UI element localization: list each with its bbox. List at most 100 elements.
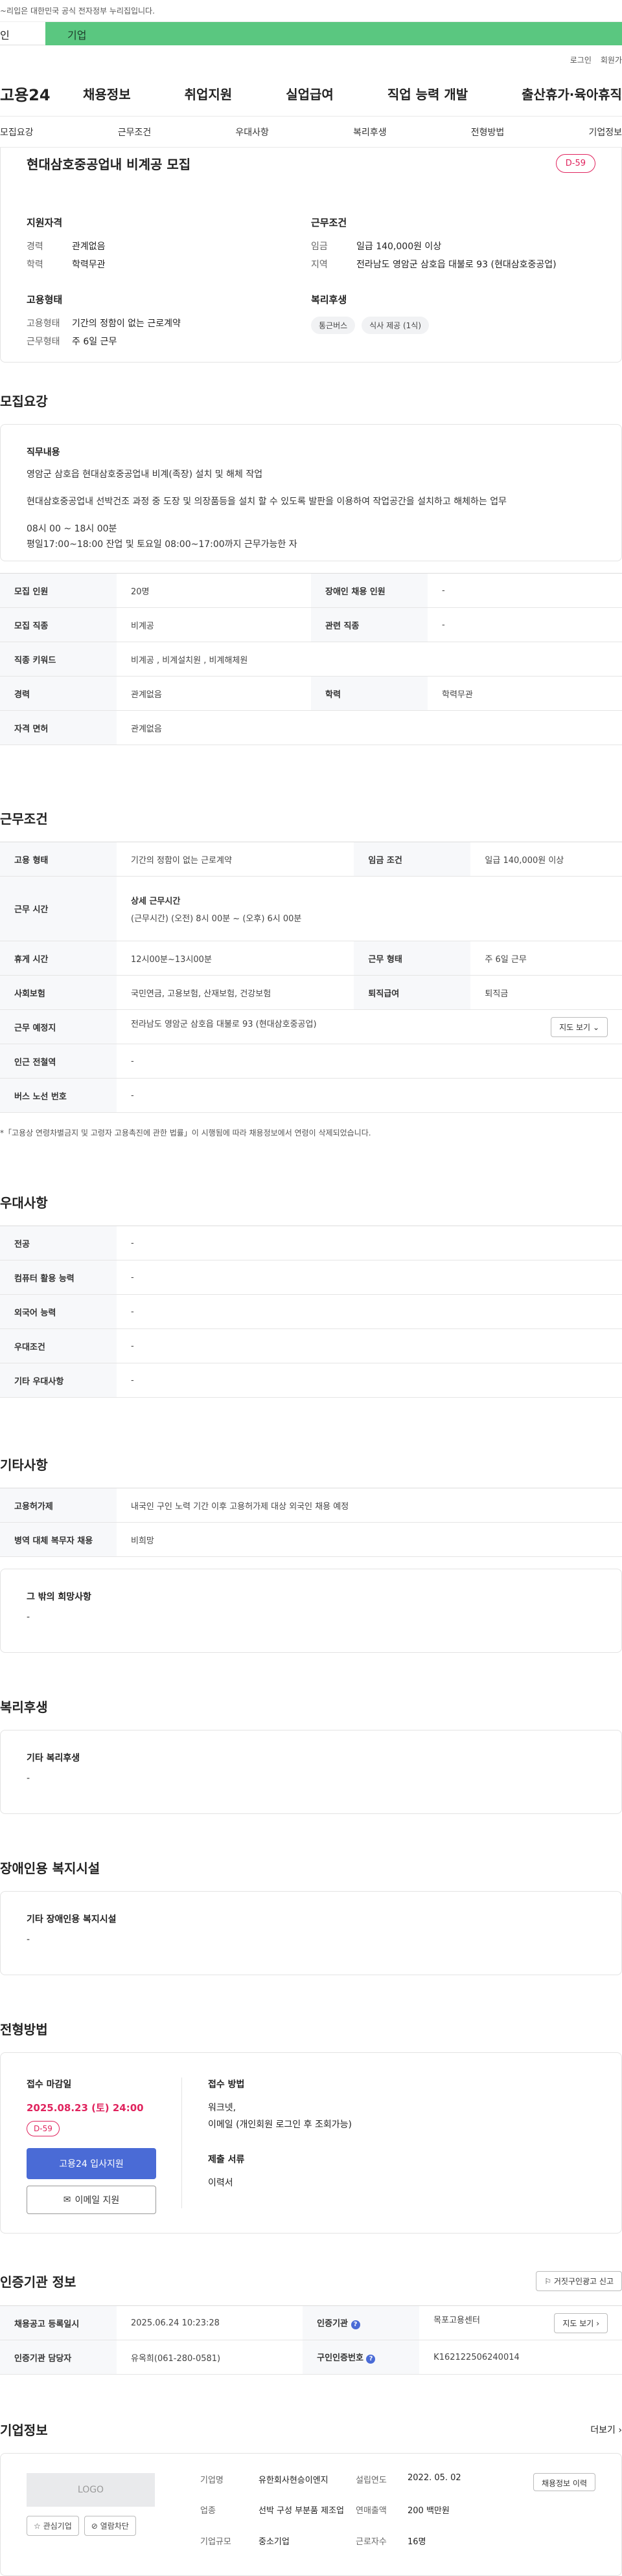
cell-value: 전라남도 영암군 삼호읍 대불로 93 (현대삼호중공업) 지도 보기 ⌄ — [117, 1009, 622, 1044]
tab-company[interactable]: 기업 — [45, 22, 622, 45]
lnb-item-recruit[interactable]: 모집요강 — [0, 126, 34, 139]
cell-key: 임금 조건 — [354, 842, 471, 877]
cell-key: 관련 직종 — [311, 607, 428, 642]
cell-key: 근무 예정지 — [0, 1009, 117, 1044]
table-row: 자격 면허 관계없음 — [0, 710, 622, 745]
deadline-title: 접수 마감일 — [27, 2079, 72, 2090]
cell-key: 모집 인원 — [0, 573, 117, 608]
company-value: 유한회사현승이엔지 — [259, 2476, 328, 2485]
deadline-value: 2025.08.23 (토) 24:00 — [27, 2102, 144, 2114]
job-history-button[interactable]: 채용정보 이력 — [533, 2473, 595, 2491]
place-value: 전라남도 영암군 삼호읍 대불로 93 (현대삼호중공업) — [131, 1019, 317, 1029]
cell-value: 12시00분~13시00분 — [117, 941, 354, 976]
gnb-item-employment-support[interactable]: 취업지원 — [185, 84, 233, 103]
qual-key: 경력 — [27, 241, 43, 252]
email-apply-button[interactable]: ✉ 이메일 지원 — [27, 2186, 156, 2214]
cell-key: 우대조건 — [0, 1328, 117, 1363]
other-wish-title: 그 밖의 희망사항 — [27, 1592, 91, 1602]
cell-value: 관계없음 — [117, 676, 311, 711]
company-key: 기업명 — [200, 2476, 224, 2485]
table-row: 우대조건 - — [0, 1328, 622, 1363]
cell-key: 인증기관 담당자 — [0, 2340, 117, 2375]
site-logo[interactable]: 고용24 — [0, 82, 83, 105]
favorite-label: 관심기업 — [43, 2522, 72, 2531]
report-icon: ⚐ — [544, 2277, 552, 2286]
cond-key: 임금 — [311, 241, 328, 252]
lnb-item-company[interactable]: 기업정보 — [588, 126, 622, 139]
table-row: 기타 우대사항 - — [0, 1363, 622, 1398]
company-key: 근로자수 — [356, 2537, 387, 2547]
method-line: 워크넷, — [208, 2103, 236, 2113]
email-apply-label: 이메일 지원 — [75, 2195, 120, 2206]
gnb-item-unemployment[interactable]: 실업급여 — [286, 84, 334, 103]
block-view-button[interactable]: ⊘ 열람차단 — [84, 2516, 136, 2536]
notice-text: ~리입은 대한민국 공식 전자정부 누리집입니다. — [0, 6, 155, 16]
other-wish-card: 그 밖의 희망사항 - — [0, 1569, 622, 1653]
cell-key: 구인인증번호 ? — [303, 2340, 420, 2375]
table-row: 근무 시간 상세 근무시간 (근무시간) (오전) 8시 00분 ~ (오후) … — [0, 876, 622, 941]
mail-icon: ✉ — [63, 2195, 71, 2205]
table-row: 고용 형태 기간의 정함이 없는 근로계약 임금 조건 일급 140,000원 … — [0, 842, 622, 877]
cond-value: 일급 140,000원 이상 — [356, 241, 442, 252]
gnb-item-leave[interactable]: 출산휴가·육아휴직 — [522, 84, 622, 103]
work-table: 고용 형태 기간의 정함이 없는 근로계약 임금 조건 일급 140,000원 … — [0, 842, 622, 1113]
info-icon[interactable]: ? — [366, 2355, 376, 2364]
cell-value: - — [117, 1078, 622, 1113]
duty-line: 08시 00 ~ 18시 00분 — [27, 524, 117, 534]
map-button[interactable]: 지도 보기 ⌄ — [551, 1016, 608, 1037]
top-notice: ~리입은 대한민국 공식 전자정부 누리집입니다. — [0, 0, 622, 22]
table-row: 고용허가제 내국인 구인 노력 기간 이후 고용허가제 대상 외국인 채용 예정 — [0, 1488, 622, 1523]
lnb-item-prefer[interactable]: 우대사항 — [235, 126, 269, 139]
company-key: 기업규모 — [200, 2537, 231, 2547]
lnb-item-welfare[interactable]: 복리후생 — [353, 126, 387, 139]
cell-value: - — [428, 607, 622, 642]
chevron-right-icon: › — [596, 2318, 599, 2328]
cell-key: 병역 대체 복무자 채용 — [0, 1522, 117, 1557]
table-row: 채용공고 등록일시 2025.06.24 10:23:28 인증기관 ? 목포고… — [0, 2305, 622, 2340]
employment-title: 고용형태 — [27, 294, 63, 306]
favorite-company-button[interactable]: ☆ 관심기업 — [27, 2516, 79, 2536]
prefer-table: 전공 - 컴퓨터 활용 능력 - 외국어 능력 - 우대조건 - 기타 우대사항 - — [0, 1226, 622, 1398]
cell-value: 내국인 구인 노력 기간 이후 고용허가제 대상 외국인 채용 예정 — [117, 1488, 622, 1523]
table-row: 인증기관 담당자 유옥희(061-280-0581) 구인인증번호 ? K162… — [0, 2340, 622, 2375]
signup-link[interactable]: 회원가 — [601, 54, 622, 71]
cell-key: 직종 키워드 — [0, 642, 117, 677]
report-button[interactable]: ⚐ 거짓구인광고 신고 — [536, 2271, 622, 2291]
more-link[interactable]: 더보기 › — [590, 2423, 622, 2436]
cell-value: 학력무관 — [428, 676, 622, 711]
lnb-item-process[interactable]: 전형방법 — [471, 126, 505, 139]
cell-key: 고용 형태 — [0, 842, 117, 877]
cell-key: 고용허가제 — [0, 1488, 117, 1523]
lnb-item-conditions[interactable]: 근무조건 — [118, 126, 152, 139]
gnb-item-training[interactable]: 직업 능력 개발 — [387, 84, 468, 103]
employment-block: 고용형태 고용형태 기간의 정함이 없는 근로계약 근무형태 주 6일 근무 — [27, 293, 311, 353]
tab-individual[interactable]: 인 — [0, 22, 45, 45]
company-value: 선박 구성 부분품 제조업 — [259, 2506, 344, 2516]
method-block: 접수 방법 워크넷, 이메일 (개인회원 로그인 후 조회가능) 제출 서류 이… — [182, 2078, 352, 2208]
welfare-box-value: - — [27, 1773, 30, 1784]
cond-value: 전라남도 영암군 삼호읍 대불로 93 (현대삼호중공업) — [356, 260, 557, 270]
etc-table: 고용허가제 내국인 구인 노력 기간 이후 고용허가제 대상 외국인 채용 예정 … — [0, 1488, 622, 1557]
gnb-item-jobs[interactable]: 채용정보 — [83, 84, 131, 103]
table-row: 버스 노선 번호 - — [0, 1078, 622, 1113]
cell-value: 비희망 — [117, 1522, 622, 1557]
block-label: 열람차단 — [100, 2522, 129, 2531]
welfare-section-title: 복리후생 — [0, 1699, 48, 1715]
disability-card: 기타 장애인용 복지시설 - — [0, 1891, 622, 1975]
info-icon[interactable]: ? — [351, 2320, 360, 2329]
prefer-section-title: 우대사항 — [0, 1195, 48, 1211]
star-icon: ☆ — [34, 2522, 41, 2531]
cert-map-button[interactable]: 지도 보기 › — [554, 2313, 608, 2333]
login-link[interactable]: 로그인 — [570, 54, 592, 71]
table-row: 모집 직종 비계공 관련 직종 - — [0, 607, 622, 642]
job-summary-card: 현대삼호중공업내 비계공 모집 D-59 지원자격 경력 관계없음 학력 학력무관 … — [0, 148, 622, 363]
table-row: 모집 인원 20명 장애인 채용 인원 - — [0, 573, 622, 608]
company-section-title: 기업정보 — [0, 2423, 48, 2438]
global-nav: 고용24 채용정보 취업지원 실업급여 직업 능력 개발 출산휴가·육아휴직 — [0, 71, 622, 117]
recruit-table: 모집 인원 20명 장애인 채용 인원 - 모집 직종 비계공 관련 직종 - … — [0, 573, 622, 745]
cell-key: 채용공고 등록일시 — [0, 2305, 117, 2340]
apply-button[interactable]: 고용24 입사지원 — [27, 2148, 156, 2179]
welfare-block: 복리후생 통근버스 식사 제공 (1식) — [311, 293, 595, 353]
chevron-down-icon: ⌄ — [592, 1022, 599, 1032]
chevron-right-icon: › — [618, 2425, 622, 2436]
